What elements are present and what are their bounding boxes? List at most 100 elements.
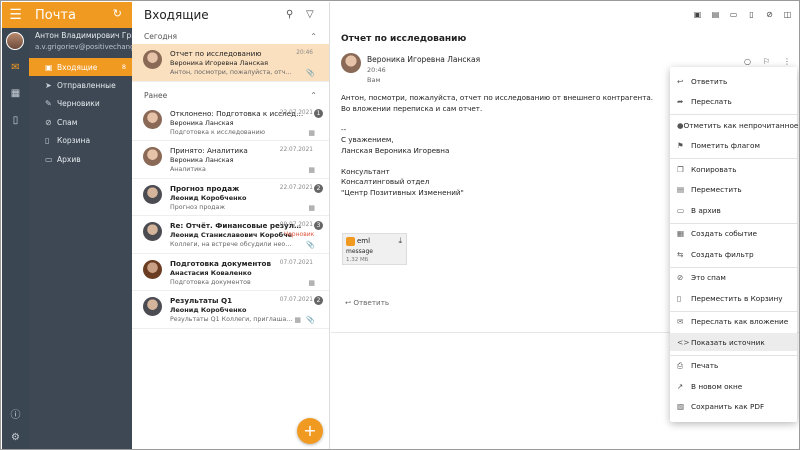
folder-count: 8 (121, 63, 126, 72)
list-item[interactable]: Результаты Q1 Леонид Коробченко Результаты… (132, 291, 329, 329)
filter-icon[interactable]: ▽ (306, 9, 314, 20)
menu-divider (670, 266, 797, 268)
list-item[interactable]: Подготовка документов Анастасия Коваленко… (132, 254, 329, 291)
sender-avatar (341, 53, 361, 73)
menu-item[interactable]: ▦ Создать событие (670, 225, 797, 243)
recipient: Вам (367, 76, 381, 84)
attachment-icon: 📎 (306, 69, 315, 77)
menu-item[interactable]: ➦ Переслать (670, 93, 797, 111)
menu-item[interactable]: ▭ В архив (670, 201, 797, 219)
body-line: С уважением, (341, 135, 394, 144)
reply-button[interactable]: ↩ Ответить (345, 298, 389, 307)
account-email: a.v.grigoriev@positivechange.ru (35, 43, 132, 51)
menu-item[interactable]: ⚑ Пометить флагом (670, 137, 797, 155)
menu-item[interactable]: <> Показать источник (670, 333, 797, 351)
folder-item[interactable]: ➤ Отправленные (29, 76, 132, 94)
list-item[interactable]: Отчет по исследованию Вероника Игоревна Л… (132, 44, 329, 82)
thread-count-badge: 1 (314, 108, 323, 118)
menu-item-label: Переслать (691, 97, 732, 106)
avatar (143, 50, 162, 69)
copy-folder-icon[interactable]: ▤ (709, 10, 722, 19)
list-item[interactable]: Re: Отчёт. Финансовые результаты Леонид С… (132, 216, 329, 254)
avatar (143, 184, 162, 204)
folder-item[interactable]: ⊘ Спам (29, 113, 132, 131)
menu-item[interactable]: ▨ Сохранить как PDF (670, 398, 797, 416)
list-item[interactable]: Отклонено: Подготовка к исследованиюВеро… (132, 104, 329, 141)
download-icon[interactable]: ⤓ (398, 236, 402, 246)
message-snippet: Подготовка к исследованию (170, 128, 266, 136)
delete-icon[interactable]: ▯ (745, 10, 758, 19)
collapse-icon[interactable]: ⌃ (310, 91, 317, 100)
body-line: Во вложении переписка и сам отчет. (341, 103, 483, 113)
copy-icon: ❐ (677, 164, 684, 174)
move-icon: ▤ (677, 185, 685, 194)
avatar[interactable] (6, 32, 24, 50)
calendar-icon[interactable]: ▦ (2, 88, 29, 99)
body-line: Ланская Вероника Игоревна (341, 145, 450, 155)
menu-item[interactable]: ↩ Ответить (670, 72, 797, 90)
menu-item[interactable]: ↗ В новом окне (670, 377, 797, 395)
message-date: 22.07.2021 (279, 184, 313, 191)
list-item[interactable]: Принято: Аналитика Вероника Ланская Аналит… (132, 141, 329, 179)
more-options-icon[interactable]: ⋮ (783, 57, 791, 66)
thread-count-badge: 2 (314, 183, 323, 193)
search-icon[interactable]: ⚲ (286, 9, 293, 20)
app-rail: ☰ ✉ ▦ ▯ ⓘ ⚙ (2, 2, 29, 449)
mail-icon[interactable]: ✉ (2, 62, 29, 73)
compose-button[interactable]: + (297, 418, 323, 444)
folder-item[interactable]: ▭ Архив (29, 150, 132, 168)
app-title: Почта (35, 7, 76, 23)
folder-item[interactable]: ✎ Черновики (29, 95, 132, 113)
archive-icon[interactable]: ▭ (727, 10, 740, 19)
layout-icon[interactable]: ◫ (781, 10, 794, 19)
mark-read-icon[interactable]: ○ (744, 57, 751, 66)
reply-icon: ↩ (345, 298, 352, 307)
flag-icon[interactable]: ⚐ (763, 57, 770, 66)
group-earlier[interactable]: Ранее ⌃ (132, 88, 329, 104)
group-today[interactable]: Сегодня ⌃ (132, 28, 329, 44)
account-name: Антон Владимирович Григорьев (35, 31, 132, 40)
message-time: 20:46 (367, 66, 386, 74)
code-icon: <> (677, 337, 690, 347)
settings-gear-icon[interactable]: ⚙ (2, 432, 29, 443)
account-block[interactable]: Антон Владимирович Григорьев a.v.grigori… (6, 28, 132, 58)
list-title: Входящие (144, 8, 209, 22)
message-date: 07.07.2021 (279, 259, 313, 266)
calendar-icon: ▦ (308, 278, 315, 287)
move-folder-icon[interactable]: ▣ (691, 10, 704, 19)
reply-icon: ↩ (677, 76, 684, 86)
message-sender: Леонид Коробченко (170, 193, 247, 202)
filter-icon: ⇆ (677, 249, 684, 259)
folder-item[interactable]: ▯ Корзина (29, 132, 132, 150)
attachment-card[interactable]: eml ⤓ message 1.32 МБ (342, 233, 407, 265)
menu-item[interactable]: ❐ Копировать (670, 160, 797, 178)
menu-item[interactable]: ▤ Переместить (670, 181, 797, 199)
menu-item[interactable]: ● Отметить как непрочитанное (670, 116, 798, 134)
body-line: Консультант (341, 166, 390, 176)
menu-item[interactable]: ⊘ Это спам (670, 269, 797, 287)
print-icon: ⎙ (677, 360, 683, 370)
attachment-ext: eml (357, 237, 371, 245)
archive-icon: ▭ (677, 205, 685, 215)
spam-icon[interactable]: ⊘ (763, 10, 776, 19)
menu-item-label: Печать (691, 361, 719, 370)
folder-item[interactable]: ▣ Входящие 8 (29, 58, 132, 77)
menu-item[interactable]: ▯ Переместить в Корзину (670, 289, 797, 307)
message-snippet: Коллеги, на встрече обсудили необходим..… (170, 241, 295, 248)
refresh-icon[interactable]: ↻ (113, 7, 122, 20)
menu-item[interactable]: ⎙ Печать (670, 357, 797, 375)
message-list: Входящие ⚲ ▽ Сегодня ⌃ Отчет по исследов… (132, 2, 330, 449)
menu-item[interactable]: ✉ Переслать как вложение (670, 313, 797, 331)
folder-label: Корзина (57, 136, 91, 146)
contacts-icon[interactable]: ▯ (2, 115, 29, 126)
message-subject: Отчет по исследованию (341, 34, 467, 44)
menu-item[interactable]: ⇆ Создать фильтр (670, 245, 797, 263)
list-header: Входящие ⚲ ▽ (132, 2, 329, 28)
collapse-icon[interactable]: ⌃ (310, 32, 317, 41)
menu-icon[interactable]: ☰ (2, 2, 29, 28)
draft-label: Черновик (284, 231, 315, 238)
sender-name[interactable]: Вероника Игоревна Ланская (367, 55, 480, 64)
help-icon[interactable]: ⓘ (2, 406, 29, 421)
attachment-size: 1.32 МБ (346, 257, 369, 263)
list-item[interactable]: Прогноз продаж Леонид Коробченко Прогноз п… (132, 179, 329, 216)
